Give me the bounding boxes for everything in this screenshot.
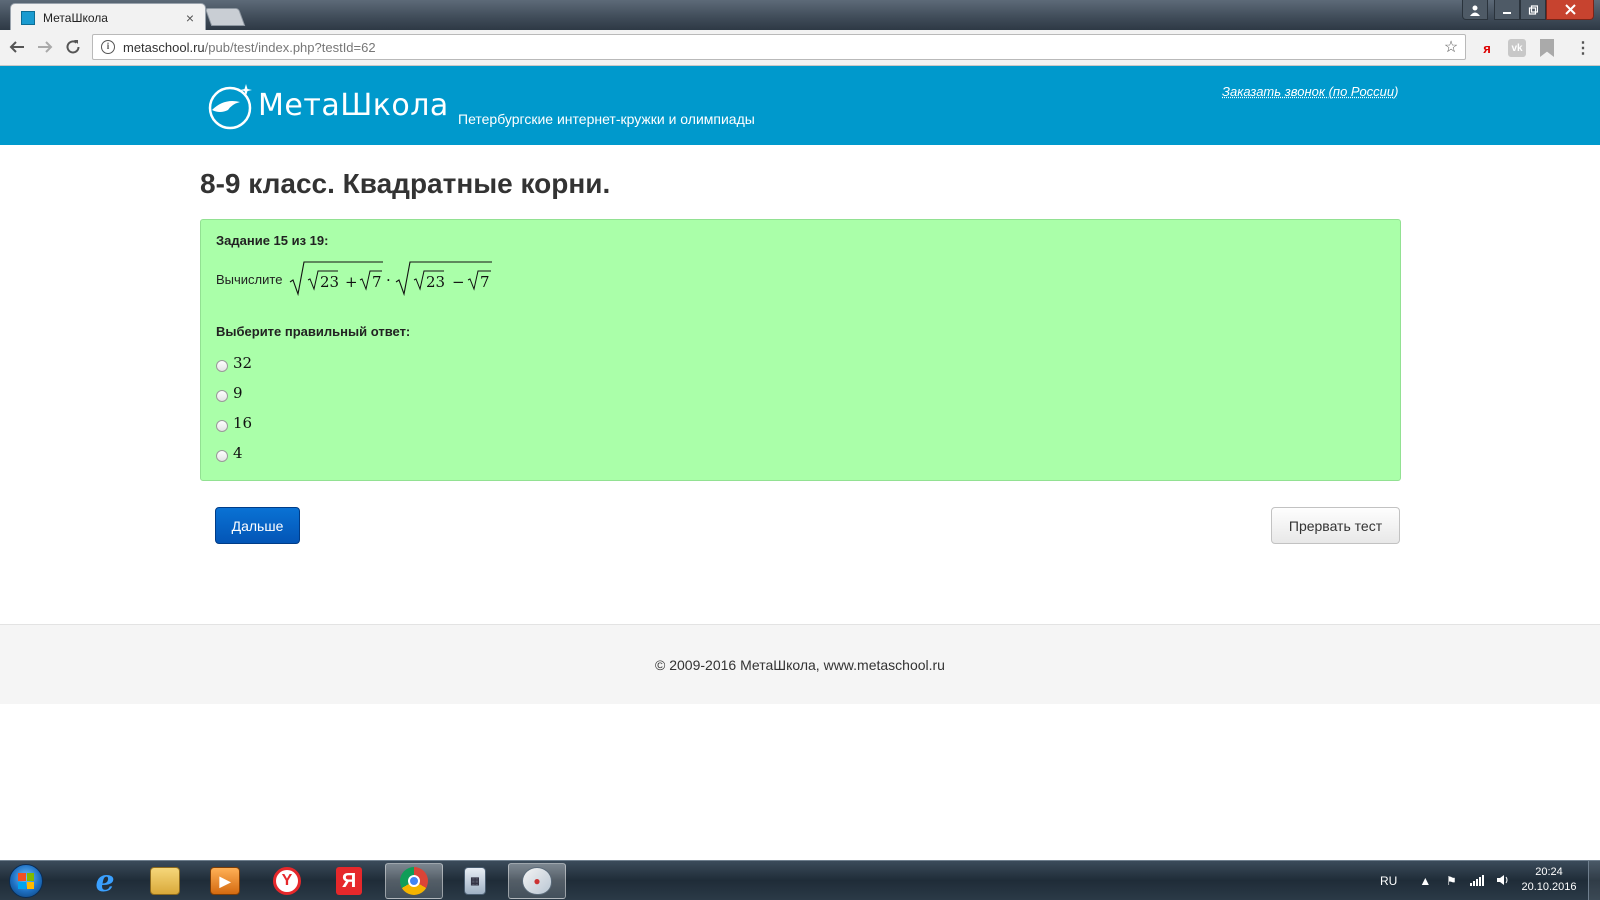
choose-answer-label: Выберите правильный ответ: <box>216 324 411 339</box>
taskbar-internet-explorer[interactable]: e <box>76 863 134 899</box>
answer-label[interactable]: 16 <box>233 414 252 432</box>
browser-tab[interactable]: МетаШкола × <box>10 3 206 31</box>
tab-title: МетаШкола <box>43 10 108 25</box>
new-tab-button[interactable] <box>204 8 246 26</box>
taskbar-paint[interactable]: ● <box>508 863 566 899</box>
callback-link[interactable]: Заказать звонок (по России) <box>1222 84 1398 99</box>
action-center-flag-icon[interactable]: ⚑ <box>1443 874 1459 888</box>
browser-titlebar: МетаШкола × <box>0 0 1600 31</box>
bookmark-star-icon[interactable]: ☆ <box>1441 37 1461 57</box>
media-player-icon: ▶ <box>210 867 240 895</box>
favicon-icon <box>21 10 35 25</box>
system-tray: RU ▲ ⚑ <box>1380 861 1521 900</box>
task-number: Задание 15 из 19: <box>216 233 329 248</box>
formula-term-2: 7 <box>372 273 382 291</box>
volume-icon[interactable] <box>1495 874 1511 889</box>
formula-op-1: + <box>345 273 358 291</box>
chrome-icon <box>400 867 428 895</box>
answer-options: 32 9 16 4 <box>216 348 252 468</box>
url-path: /pub/test/index.php?testId=62 <box>204 39 376 55</box>
abort-test-button[interactable]: Прервать тест <box>1271 507 1400 544</box>
show-desktop-button[interactable] <box>1588 861 1600 900</box>
close-window-icon[interactable] <box>1546 0 1594 20</box>
start-button[interactable] <box>6 863 46 899</box>
next-button[interactable]: Дальше <box>215 507 300 544</box>
logo-bird-icon <box>208 84 252 130</box>
taskbar-yandex[interactable]: Я <box>320 863 378 899</box>
info-icon[interactable]: i <box>101 40 115 54</box>
site-header: МетаШкола Петербургские интернет-кружки … <box>0 66 1600 145</box>
answer-radio[interactable] <box>216 450 228 462</box>
internet-explorer-icon: e <box>95 863 115 899</box>
url-host: metaschool.ru <box>123 39 205 55</box>
url-text[interactable]: metaschool.ru/pub/test/index.php?testId=… <box>123 40 1441 55</box>
formula-op-2: − <box>452 273 465 291</box>
show-hidden-icons-icon[interactable]: ▲ <box>1417 874 1433 888</box>
yandex-extension-icon[interactable]: я <box>1478 39 1496 57</box>
vk-extension-icon[interactable]: vk <box>1508 39 1526 57</box>
answer-label[interactable]: 4 <box>233 444 243 462</box>
minimize-icon[interactable] <box>1494 0 1520 20</box>
formula-term-4: 7 <box>480 273 490 291</box>
yandex-browser-icon: Y <box>272 867 302 895</box>
back-arrow-icon[interactable] <box>6 38 28 60</box>
formula-term-3: 23 <box>426 273 445 291</box>
site-logo[interactable]: МетаШкола <box>206 79 449 131</box>
task-question: Вычислите 23 + 7 · 23 − 7 <box>216 260 494 298</box>
formula-dot: · <box>386 271 391 289</box>
windows-logo-icon <box>9 864 43 898</box>
clock-time: 20:24 <box>1535 866 1563 878</box>
profile-icon[interactable] <box>1462 0 1488 20</box>
site-tagline: Петербургские интернет-кружки и олимпиад… <box>458 111 755 127</box>
formula-term-1: 23 <box>320 273 339 291</box>
formula: 23 + 7 · 23 − 7 <box>290 261 493 297</box>
answer-option[interactable]: 9 <box>216 378 252 408</box>
yandex-icon: Я <box>336 867 362 895</box>
forward-arrow-icon[interactable] <box>34 38 56 60</box>
taskbar-calculator[interactable]: ▦ <box>446 863 504 899</box>
answer-radio[interactable] <box>216 390 228 402</box>
address-bar[interactable]: i metaschool.ru/pub/test/index.php?testI… <box>92 34 1466 60</box>
system-clock[interactable]: 20:24 20.10.2016 <box>1514 865 1584 895</box>
answer-radio[interactable] <box>216 420 228 432</box>
bookmark-extension-icon[interactable] <box>1540 39 1554 57</box>
page-title: 8-9 класс. Квадратные корни. <box>200 168 611 199</box>
answer-option[interactable]: 4 <box>216 438 252 468</box>
logo-text: МетаШкола <box>258 87 449 123</box>
clock-date: 20.10.2016 <box>1521 881 1577 893</box>
windows-taskbar: e ▶ Y Я ▦ ● RU ▲ ⚑ 20:24 20.10.2016 <box>0 860 1600 900</box>
taskbar-yandex-browser[interactable]: Y <box>258 863 316 899</box>
reload-icon[interactable] <box>62 38 84 60</box>
taskbar-media-player[interactable]: ▶ <box>196 863 254 899</box>
folder-icon <box>150 867 180 895</box>
paint-icon: ● <box>522 867 552 895</box>
kebab-menu-icon[interactable]: ⋮ <box>1574 39 1592 57</box>
calculator-icon: ▦ <box>464 867 486 895</box>
answer-option[interactable]: 32 <box>216 348 252 378</box>
answer-label[interactable]: 9 <box>233 384 243 402</box>
question-prefix: Вычислите <box>216 271 283 287</box>
language-indicator[interactable]: RU <box>1380 874 1397 888</box>
answer-radio[interactable] <box>216 360 228 372</box>
browser-toolbar: i metaschool.ru/pub/test/index.php?testI… <box>0 30 1600 66</box>
taskbar-file-explorer[interactable] <box>136 863 194 899</box>
answer-label[interactable]: 32 <box>233 354 252 372</box>
site-footer: © 2009-2016 МетаШкола, www.metaschool.ru <box>0 624 1600 704</box>
footer-copyright: © 2009-2016 МетаШкола, www.metaschool.ru <box>655 656 945 673</box>
taskbar-chrome[interactable] <box>385 863 443 899</box>
network-icon[interactable] <box>1469 874 1485 889</box>
restore-icon[interactable] <box>1520 0 1546 20</box>
tab-close-icon[interactable]: × <box>183 11 197 25</box>
task-panel: Задание 15 из 19: Вычислите 23 + 7 · 23 … <box>200 219 1401 481</box>
answer-option[interactable]: 16 <box>216 408 252 438</box>
